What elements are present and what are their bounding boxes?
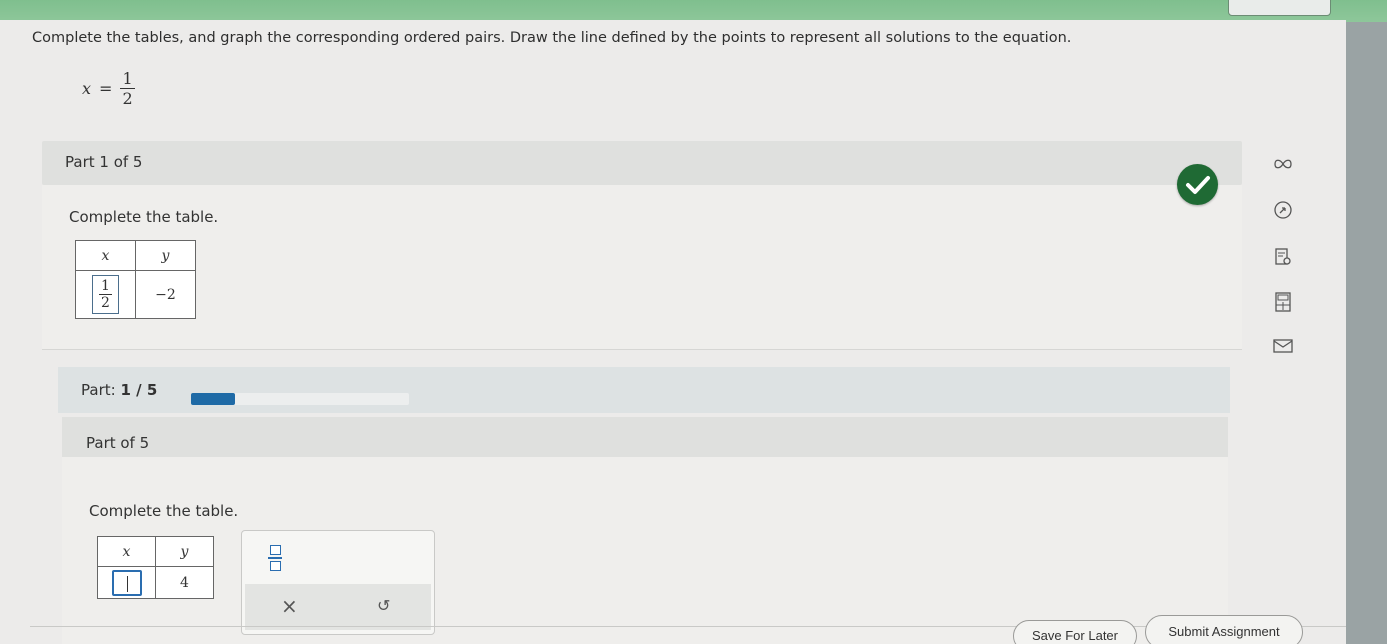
top-banner — [0, 0, 1387, 22]
answer-denominator: 2 — [99, 294, 112, 311]
mail-icon[interactable] — [1270, 334, 1296, 358]
checkmark-icon — [1177, 164, 1218, 205]
equation-denominator: 2 — [120, 87, 135, 108]
clear-icon[interactable]: × — [281, 594, 298, 618]
table-header-y: y — [135, 240, 196, 271]
part2-title: Part of 5 — [86, 434, 150, 452]
part2-prompt: Complete the table. — [89, 502, 239, 520]
infinity-icon[interactable] — [1270, 152, 1296, 176]
part1-header: Part 1 of 5 — [42, 141, 1242, 185]
equation-equals: = — [99, 78, 113, 98]
calculator-icon[interactable] — [1270, 290, 1296, 314]
undo-icon[interactable]: ↺ — [377, 596, 390, 615]
submit-assignment-button[interactable]: Submit Assignment — [1145, 615, 1303, 644]
progress-value: 1 / 5 — [120, 381, 158, 399]
compass-icon[interactable] — [1270, 198, 1296, 222]
equation-variable: x — [82, 78, 92, 98]
part2-header: Part of 5 — [62, 417, 1228, 457]
part1-body — [42, 185, 1242, 350]
equation-fraction: 1 2 — [120, 68, 135, 108]
instructions-text: Complete the tables, and graph the corre… — [32, 30, 1072, 46]
table-cell-y: −2 — [135, 270, 196, 319]
part1-title: Part 1 of 5 — [65, 153, 143, 171]
equation: x = 1 2 — [82, 64, 135, 112]
part2-table: x y 4 — [97, 536, 214, 599]
table-row: 1 2 −2 — [75, 270, 196, 319]
part2-body — [62, 457, 1228, 644]
table-cell-x: 1 2 — [75, 270, 136, 319]
table-cell-y: 4 — [155, 566, 214, 599]
answer-numerator: 1 — [101, 278, 110, 294]
table-row: 4 — [97, 566, 214, 599]
part1-table: x y 1 2 −2 — [75, 240, 196, 319]
table-cell-x — [97, 566, 156, 599]
table-header-x: x — [75, 240, 136, 271]
progress-bar — [191, 393, 409, 405]
x-input[interactable] — [111, 569, 142, 596]
top-dropdown[interactable] — [1228, 0, 1331, 16]
keypad-actions — [245, 584, 431, 630]
progress-label: Part: 1 / 5 — [81, 381, 157, 399]
table-header-y: y — [155, 536, 214, 567]
fraction-tool-icon[interactable] — [266, 545, 284, 575]
search-doc-icon[interactable] — [1270, 245, 1296, 269]
progress-row: Part: 1 / 5 — [58, 367, 1230, 413]
table-header-x: x — [97, 536, 156, 567]
part1-prompt: Complete the table. — [69, 208, 219, 226]
save-for-later-button[interactable]: Save For Later — [1013, 620, 1137, 644]
equation-numerator: 1 — [122, 68, 133, 88]
progress-fill — [191, 393, 235, 405]
progress-prefix: Part: — [81, 381, 116, 399]
answer-fraction: 1 2 — [99, 278, 112, 311]
answer-box[interactable]: 1 2 — [92, 275, 119, 314]
